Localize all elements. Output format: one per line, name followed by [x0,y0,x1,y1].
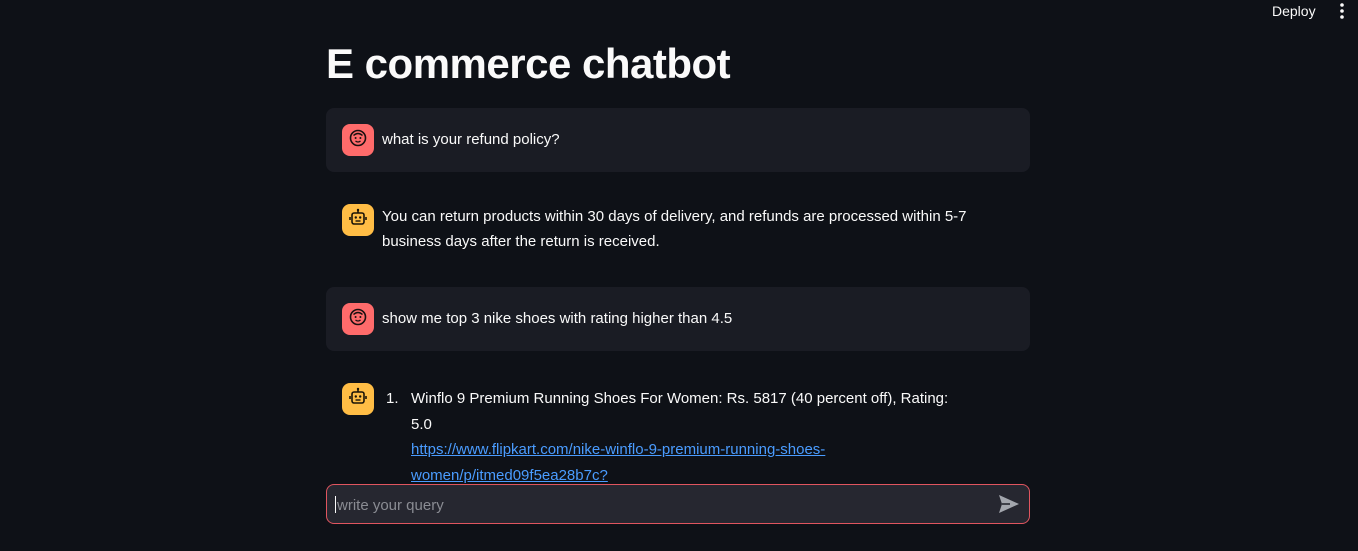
message-text: what is your refund policy? [382,131,560,148]
chat-message-assistant: You can return products within 30 days o… [326,188,1030,270]
robot-icon [348,387,368,412]
product-link[interactable]: https://www.flipkart.com/nike-winflo-9-p… [411,441,825,484]
product-description: Winflo 9 Premium Running Shoes For Women… [411,390,949,433]
assistant-avatar [342,204,374,236]
page-title: E commerce chatbot [326,40,731,87]
chat-message-user: what is your refund policy? [326,108,1030,172]
list-item-number: 1. [386,390,399,407]
kebab-menu-icon[interactable] [1334,2,1350,20]
query-input[interactable] [335,485,989,525]
chat-message-user: show me top 3 nike shoes with rating hig… [326,287,1030,351]
deploy-button[interactable]: Deploy [1264,3,1324,19]
send-button[interactable] [997,493,1021,515]
chat-message-assistant: 1. Winflo 9 Premium Running Shoes For Wo… [326,367,1030,484]
send-arrow-icon [997,495,1021,519]
app-header: Deploy [0,0,1358,22]
user-avatar [342,124,374,156]
user-avatar [342,303,374,335]
robot-icon [348,208,368,233]
smiley-face-icon [348,307,368,332]
assistant-avatar [342,383,374,415]
message-text: You can return products within 30 days o… [382,208,967,250]
message-text: show me top 3 nike shoes with rating hig… [382,310,733,327]
smiley-face-icon [348,128,368,153]
list-item: Winflo 9 Premium Running Shoes For Women… [411,386,971,488]
chat-input-container [326,484,1030,525]
